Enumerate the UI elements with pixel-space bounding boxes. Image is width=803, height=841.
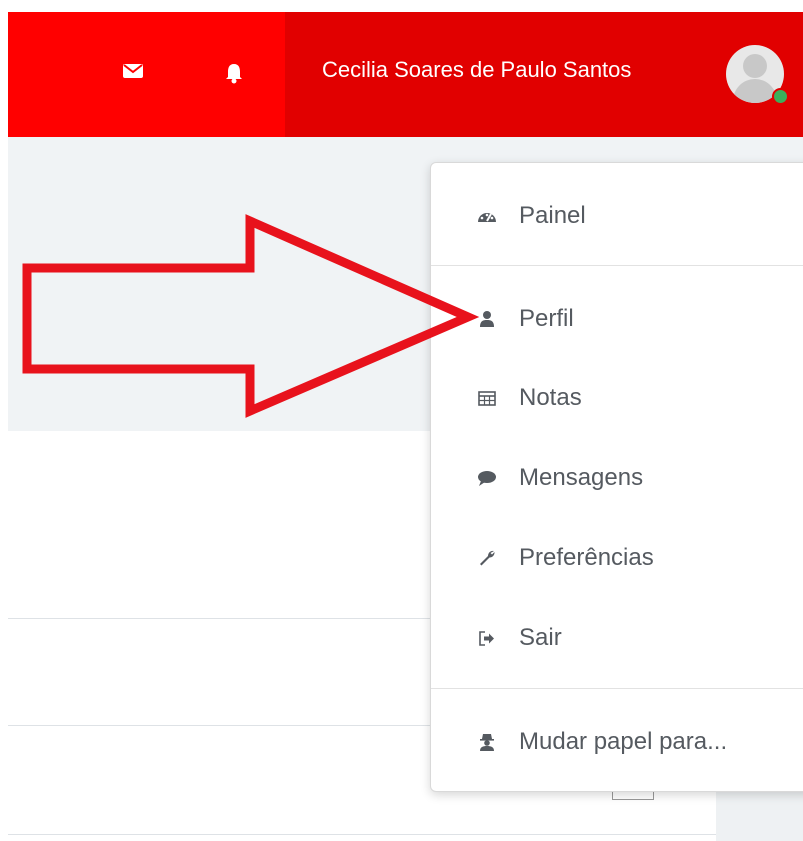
annotation-arrow (22, 214, 480, 418)
